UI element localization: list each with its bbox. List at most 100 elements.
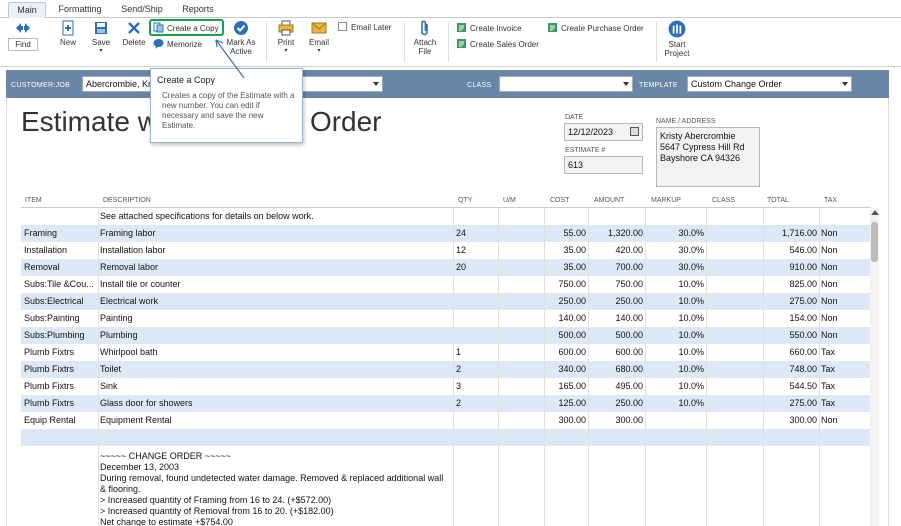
cell-description[interactable]: Installation labor (100, 242, 450, 259)
cell-item[interactable]: Installation (24, 242, 98, 259)
cell-description[interactable]: Painting (100, 310, 450, 327)
cell-qty[interactable]: 3 (456, 378, 496, 395)
cell-amount[interactable]: 140.00 (589, 310, 643, 327)
cell-total[interactable]: 275.00 (763, 293, 817, 310)
cell-qty[interactable]: 12 (456, 242, 496, 259)
cell-description[interactable]: Install tile or counter (100, 276, 450, 293)
table-row[interactable]: Plumb Fixtrs Sink 3 165.00 495.00 10.0% … (21, 378, 871, 395)
cell-description[interactable]: Plumbing (100, 327, 450, 344)
cell-amount[interactable]: 1,320.00 (589, 225, 643, 242)
cell-description[interactable]: Whirlpool bath (100, 344, 450, 361)
table-row[interactable]: Subs:Electrical Electrical work 250.00 2… (21, 293, 871, 310)
cell-amount[interactable]: 600.00 (589, 344, 643, 361)
table-row[interactable]: Equip Rental Equipment Rental 300.00 300… (21, 412, 871, 429)
memorize-button[interactable]: Memorize (153, 38, 202, 51)
cell-amount[interactable]: 250.00 (589, 293, 643, 310)
cell-tax[interactable]: Non (821, 310, 851, 327)
date-field[interactable]: 12/12/2023 (564, 123, 643, 141)
cell-tax[interactable]: Non (821, 293, 851, 310)
tab-reports[interactable]: Reports (176, 2, 220, 18)
cell-amount[interactable]: 495.00 (589, 378, 643, 395)
cell-total[interactable]: 154.00 (763, 310, 817, 327)
cell-markup[interactable]: 10.0% (647, 378, 704, 395)
cell-qty[interactable]: 2 (456, 395, 496, 412)
cell-qty[interactable]: 20 (456, 259, 496, 276)
cell-markup[interactable]: 30.0% (647, 225, 704, 242)
cell-amount[interactable]: 750.00 (589, 276, 643, 293)
table-row[interactable]: Subs:Painting Painting 140.00 140.00 10.… (21, 310, 871, 327)
calendar-icon[interactable] (630, 127, 639, 136)
cell-total[interactable]: 300.00 (763, 412, 817, 429)
cell-cost[interactable]: 750.00 (545, 276, 586, 293)
cell-qty[interactable]: 2 (456, 361, 496, 378)
email-later-checkbox[interactable]: Email Later (338, 22, 391, 35)
create-purchase-order-button[interactable]: Create Purchase Order (547, 22, 644, 35)
table-row[interactable]: Installation Installation labor 12 35.00… (21, 242, 871, 259)
name-address-field[interactable]: Kristy Abercrombie 5647 Cypress Hill Rd … (656, 127, 760, 187)
cell-markup[interactable]: 10.0% (647, 361, 704, 378)
cell-tax[interactable]: Non (821, 327, 851, 344)
table-row[interactable]: Subs:Plumbing Plumbing 500.00 500.00 10.… (21, 327, 871, 344)
cell-cost[interactable]: 140.00 (545, 310, 586, 327)
create-invoice-button[interactable]: Create Invoice (456, 22, 522, 35)
cell-item[interactable]: Plumb Fixtrs (24, 344, 98, 361)
save-button[interactable]: Save ▾ (88, 20, 114, 56)
table-row[interactable]: See attached specifications for details … (21, 208, 871, 225)
scroll-up-arrow-icon[interactable] (871, 210, 879, 215)
cell-markup[interactable]: 10.0% (647, 344, 704, 361)
template-dropdown[interactable]: Custom Change Order (687, 76, 852, 92)
cell-item[interactable]: Subs:Electrical (24, 293, 98, 310)
cell-amount[interactable]: 250.00 (589, 395, 643, 412)
delete-button[interactable]: Delete (120, 20, 148, 47)
tab-main[interactable]: Main (8, 2, 46, 18)
cell-amount[interactable]: 300.00 (589, 412, 643, 429)
cell-amount[interactable]: 680.00 (589, 361, 643, 378)
tab-send-ship[interactable]: Send/Ship (114, 2, 170, 18)
table-row[interactable]: Plumb Fixtrs Toilet 2 340.00 680.00 10.0… (21, 361, 871, 378)
chevron-down-icon[interactable] (373, 82, 379, 86)
cell-item[interactable] (24, 208, 98, 225)
cell-qty[interactable]: 1 (456, 344, 496, 361)
email-button[interactable]: Email ▾ (306, 20, 332, 56)
cell-cost[interactable]: 125.00 (545, 395, 586, 412)
cell-total[interactable]: 544.50 (763, 378, 817, 395)
cell-description[interactable]: Sink (100, 378, 450, 395)
cell-description[interactable]: Toilet (100, 361, 450, 378)
cell-markup[interactable]: 30.0% (647, 242, 704, 259)
cell-item[interactable]: Framing (24, 225, 98, 242)
cell-cost[interactable]: 250.00 (545, 293, 586, 310)
email-later-check[interactable] (338, 22, 347, 31)
print-button[interactable]: Print ▾ (274, 20, 298, 56)
change-order-memo[interactable]: ~~~~~ CHANGE ORDER ~~~~~ December 13, 20… (100, 451, 450, 526)
cell-description[interactable]: Framing labor (100, 225, 450, 242)
cell-markup[interactable]: 10.0% (647, 327, 704, 344)
chevron-down-icon[interactable] (623, 82, 629, 86)
cell-tax[interactable]: Non (821, 259, 851, 276)
cell-tax[interactable]: Tax (821, 378, 851, 395)
cell-cost[interactable]: 35.00 (545, 259, 586, 276)
table-row[interactable]: Subs:Tile &Cou... Install tile or counte… (21, 276, 871, 293)
cell-total[interactable]: 748.00 (763, 361, 817, 378)
cell-markup[interactable]: 10.0% (647, 310, 704, 327)
cell-item[interactable]: Subs:Plumbing (24, 327, 98, 344)
cell-item[interactable]: Subs:Painting (24, 310, 98, 327)
cell-cost[interactable]: 35.00 (545, 242, 586, 259)
cell-item[interactable]: Plumb Fixtrs (24, 378, 98, 395)
cell-markup[interactable]: 30.0% (647, 259, 704, 276)
cell-tax[interactable]: Tax (821, 395, 851, 412)
cell-description[interactable]: See attached specifications for details … (100, 208, 450, 225)
cell-tax[interactable]: Non (821, 412, 851, 429)
cell-total[interactable]: 1,716.00 (763, 225, 817, 242)
table-row[interactable] (21, 429, 871, 446)
cell-markup[interactable]: 10.0% (647, 276, 704, 293)
cell-tax[interactable]: Tax (821, 344, 851, 361)
cell-item[interactable]: Removal (24, 259, 98, 276)
cell-tax[interactable]: Non (821, 242, 851, 259)
cell-description[interactable]: Electrical work (100, 293, 450, 310)
cell-item[interactable] (24, 429, 98, 446)
class-dropdown[interactable] (499, 76, 633, 92)
cell-total[interactable]: 825.00 (763, 276, 817, 293)
cell-markup[interactable]: 10.0% (647, 293, 704, 310)
cell-total[interactable]: 546.00 (763, 242, 817, 259)
vertical-scrollbar[interactable] (870, 208, 879, 526)
